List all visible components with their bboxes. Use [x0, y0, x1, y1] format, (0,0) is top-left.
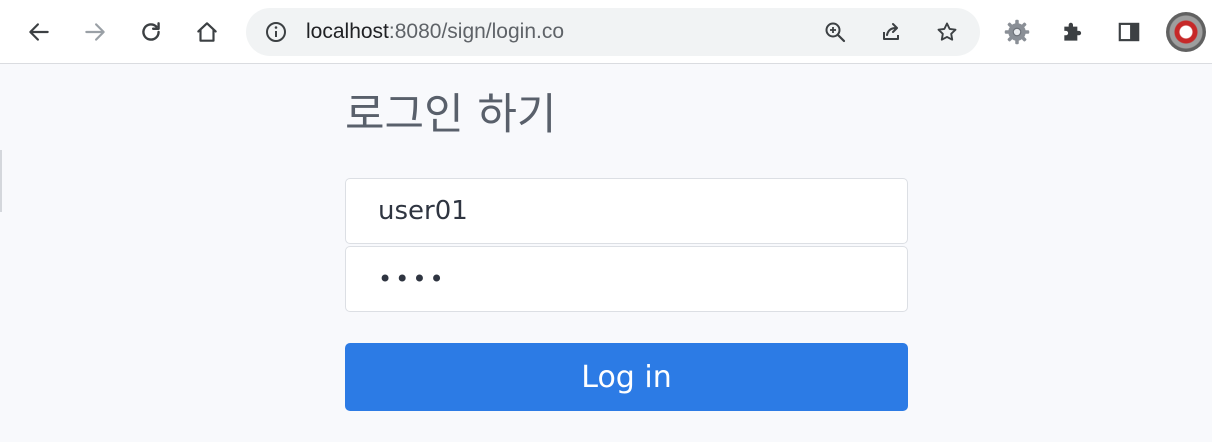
side-panel-button[interactable]	[1109, 12, 1149, 52]
avatar[interactable]	[1166, 12, 1206, 52]
back-arrow-icon	[29, 23, 49, 41]
reload-icon	[142, 22, 160, 41]
browser-toolbar: localhost:8080/sign/login.co	[0, 0, 1212, 64]
zoom-button[interactable]	[823, 20, 847, 44]
share-button[interactable]	[879, 20, 903, 44]
info-icon	[266, 22, 286, 42]
login-page: 로그인 하기 Log in	[0, 64, 1212, 442]
forward-button[interactable]	[75, 12, 115, 52]
url-text[interactable]: localhost:8080/sign/login.co	[306, 8, 564, 56]
url-path: :8080/sign/login.co	[388, 20, 565, 43]
site-info-button[interactable]	[264, 20, 288, 44]
back-button[interactable]	[19, 12, 59, 52]
username-input[interactable]	[345, 178, 908, 244]
forward-arrow-icon	[85, 23, 105, 41]
page-title: 로그인 하기	[345, 90, 557, 140]
url-host: localhost	[306, 20, 389, 43]
reload-button[interactable]	[131, 12, 171, 52]
star-icon	[937, 22, 957, 41]
puzzle-icon	[1064, 22, 1082, 41]
side-panel-icon	[1118, 22, 1140, 42]
home-icon	[197, 22, 217, 42]
gear-icon	[1004, 19, 1030, 45]
extension-gear-button[interactable]	[997, 12, 1037, 52]
share-icon	[883, 23, 899, 40]
zoom-in-icon	[825, 22, 846, 43]
address-bar[interactable]: localhost:8080/sign/login.co	[246, 8, 980, 56]
edge-divider	[0, 150, 2, 212]
password-input[interactable]	[345, 246, 908, 312]
bookmark-button[interactable]	[935, 20, 959, 44]
extensions-button[interactable]	[1053, 12, 1093, 52]
login-button[interactable]: Log in	[345, 343, 908, 411]
home-button[interactable]	[187, 12, 227, 52]
